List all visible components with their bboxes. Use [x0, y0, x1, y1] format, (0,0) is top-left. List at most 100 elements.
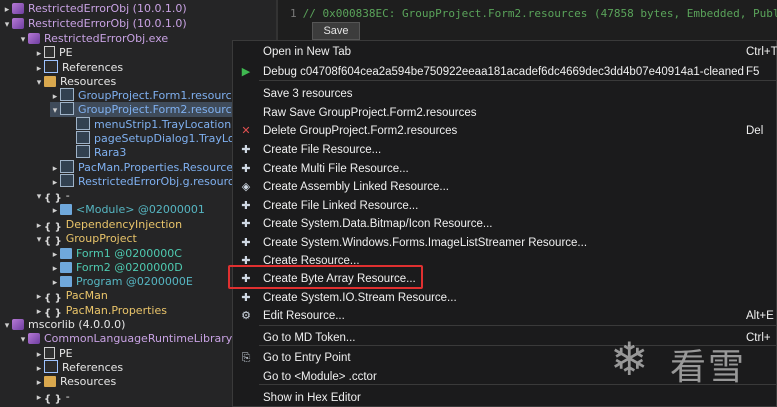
tree-node[interactable]: ▾ CommonLanguageRuntimeLibrary	[18, 331, 233, 348]
assembly-explorer-tree[interactable]: ▸ RestrictedErrorObj (10.0.1.0) ▾ Restricte…	[0, 0, 244, 407]
tree-node[interactable]: ▾{ } GroupProject	[34, 231, 232, 248]
tree-node[interactable]: menuStrip1.TrayLocation	[66, 117, 232, 132]
assembly-icon	[12, 319, 24, 330]
tree-node[interactable]: ▸ RestrictedErrorObj (10.0.1.0)	[2, 1, 232, 16]
chevron-right-icon[interactable]: ▸	[34, 391, 44, 406]
tree-node[interactable]: ▸ PacMan.Properties.Resources.	[50, 160, 242, 175]
tree-node-label: <Module> @02000001	[76, 203, 205, 216]
menu-item-label: Create File Linked Resource...	[263, 200, 419, 212]
tree-node[interactable]: ▾ RestrictedErrorObj.exe	[18, 31, 232, 46]
menu-item-shortcut: Del	[746, 125, 764, 137]
chevron-down-icon[interactable]: ▾	[18, 33, 28, 48]
class-icon	[60, 262, 72, 273]
chevron-down-icon[interactable]: ▾	[34, 190, 44, 205]
resource-element-icon	[76, 145, 90, 158]
menu-item-label: Delete GroupProject.Form2.resources	[263, 125, 458, 137]
tree-node[interactable]: ▸ RestrictedErrorObj.g.resource	[50, 174, 241, 189]
references-icon	[44, 60, 58, 73]
tree-node-label: Resources	[60, 75, 117, 88]
chevron-down-icon[interactable]: ▾	[2, 18, 12, 33]
tree-node-label: GroupProject	[65, 232, 137, 245]
menu-item-label: Create File Resource...	[263, 144, 382, 156]
menu-item[interactable]: ⚙ Edit Resource... Alt+E	[233, 307, 777, 325]
resource-icon	[60, 160, 74, 173]
tree-node[interactable]: ▸{ } PacMan.Properties	[34, 303, 232, 319]
resource-icon	[60, 88, 74, 101]
menu-item[interactable]: Open in New Tab Ctrl+T	[233, 43, 777, 61]
menu-item-shortcut: F5	[746, 66, 760, 78]
tree-node[interactable]: ▸{ } DependencyInjection	[34, 217, 232, 233]
menu-item[interactable]: ✚ Create Multi File Resource...	[233, 160, 777, 178]
menu-item[interactable]: ✚ Create File Resource...	[233, 141, 777, 159]
assembly-link-icon: ◈	[241, 180, 251, 193]
menu-item[interactable]: Go to MD Token... Ctrl+	[233, 329, 777, 347]
tree-node[interactable]: ▸ References	[34, 60, 232, 75]
tree-node-label: PacMan	[65, 289, 108, 302]
menu-item[interactable]: ✚ Create System.Data.Bitmap/Icon Resource…	[233, 215, 777, 233]
chevron-down-icon[interactable]: ▾	[34, 76, 44, 91]
menu-item[interactable]: ✕ Delete GroupProject.Form2.resources Del	[233, 122, 777, 140]
resource-element-icon	[76, 131, 90, 144]
file-icon	[44, 347, 55, 359]
tree-node-label: PE	[59, 46, 73, 59]
chevron-down-icon[interactable]: ▾	[18, 333, 28, 348]
menu-item-label: Save 3 resources	[263, 88, 353, 100]
tree-node[interactable]: ▸ Program @0200000E	[50, 274, 232, 289]
tree-node[interactable]: ▾ mscorlib (4.0.0.0)	[2, 317, 232, 332]
tree-node[interactable]: pageSetupDialog1.TrayLoc	[66, 131, 241, 146]
tree-node[interactable]: ▸ PE	[34, 45, 232, 60]
new-file-icon: ✚	[241, 236, 251, 249]
tree-node[interactable]: ▸ References	[34, 360, 232, 375]
tree-node[interactable]: ▸ GroupProject.Form1.resources	[50, 88, 244, 103]
menu-item[interactable]: ⎘ Go to Entry Point	[233, 349, 777, 367]
tree-node[interactable]: ▾ GroupProject.Form2.resources	[50, 102, 244, 119]
folder-icon	[44, 376, 56, 387]
chevron-down-icon[interactable]: ▾	[2, 319, 12, 334]
menu-item[interactable]: Go to <Module> .cctor	[233, 368, 777, 386]
tree-node[interactable]: ▸ PE	[34, 346, 232, 361]
tree-node[interactable]: ▸ <Module> @02000001	[50, 202, 232, 217]
namespace-icon: { }	[44, 193, 62, 204]
line-number: 1	[290, 7, 297, 20]
chevron-down-icon[interactable]: ▾	[34, 233, 44, 248]
tree-node-label: References	[62, 361, 124, 374]
tree-node-label: Form2 @0200000D	[76, 261, 183, 274]
new-file-icon: ✚	[241, 217, 251, 230]
tree-node-label: PacMan.Properties.Resources.	[78, 161, 243, 174]
tree-node-label: Resources	[60, 375, 117, 388]
menu-item[interactable]: Show in Hex Editor	[233, 389, 777, 407]
tree-node[interactable]: ▾ Resources	[34, 74, 232, 89]
menu-item-label: Go to MD Token...	[263, 332, 356, 344]
tree-node[interactable]: ▸{ } -	[34, 389, 232, 406]
menu-item[interactable]: ◈ Create Assembly Linked Resource...	[233, 178, 777, 196]
tree-node[interactable]: ▸ Form2 @0200000D	[50, 260, 232, 275]
code-comment: // 0x000838EC: GroupProject.Form2.resour…	[302, 7, 777, 20]
tree-node[interactable]: Rara3	[66, 145, 232, 160]
new-file-icon: ✚	[241, 162, 251, 175]
tree-node-label: PacMan.Properties	[65, 304, 167, 317]
tree-node[interactable]: ▾ RestrictedErrorObj (10.0.1.0)	[2, 16, 232, 31]
play-icon: ▶	[241, 65, 251, 78]
tree-node-label: Form1 @0200000C	[76, 247, 182, 260]
menu-item[interactable]: ✚ Create System.IO.Stream Resource...	[233, 289, 777, 307]
tree-node-label: RestrictedErrorObj (10.0.1.0)	[28, 2, 187, 15]
menu-item[interactable]: Raw Save GroupProject.Form2.resources	[233, 104, 777, 122]
class-icon	[60, 204, 72, 215]
tree-node[interactable]: ▸{ } PacMan	[34, 288, 232, 304]
menu-item[interactable]: ✚ Create System.Windows.Forms.ImageListSt…	[233, 234, 777, 252]
delete-icon: ✕	[241, 124, 251, 137]
menu-item-label: Raw Save GroupProject.Form2.resources	[263, 107, 477, 119]
folder-icon	[44, 76, 56, 87]
tree-node[interactable]: ▸ Resources	[34, 374, 232, 389]
tree-node[interactable]: ▸ Form1 @0200000C	[50, 246, 232, 261]
chevron-down-icon[interactable]: ▾	[50, 104, 60, 119]
menu-item[interactable]: ✚ Create File Linked Resource...	[233, 197, 777, 215]
tree-node[interactable]: ▾{ } -	[34, 188, 232, 205]
tree-node-label: pageSetupDialog1.TrayLoc	[94, 132, 241, 145]
menu-item[interactable]: ▶ Debug c04708f604cea2a594be750922eeaa181…	[233, 63, 777, 81]
tree-node-label: mscorlib (4.0.0.0)	[28, 318, 126, 331]
menu-item[interactable]: Save 3 resources	[233, 85, 777, 103]
tree-node-label: RestrictedErrorObj (10.0.1.0)	[28, 17, 187, 30]
menu-item-shortcut: Ctrl+T	[746, 46, 777, 58]
save-button[interactable]: Save	[312, 22, 360, 40]
